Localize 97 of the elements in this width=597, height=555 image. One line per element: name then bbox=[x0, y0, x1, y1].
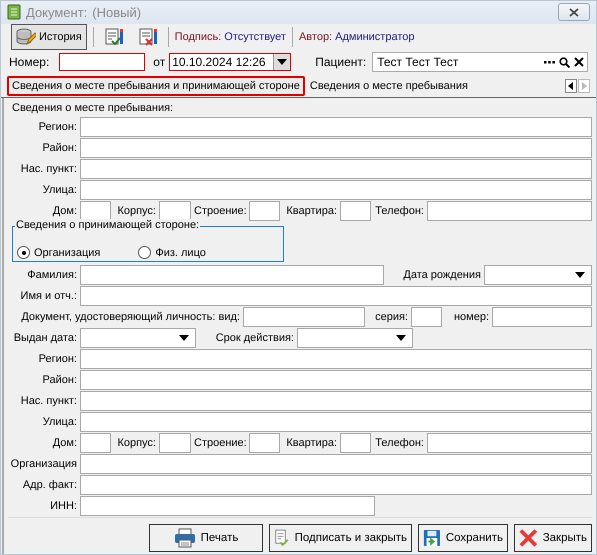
text-field[interactable] bbox=[159, 433, 191, 454]
field-label: Регион: bbox=[38, 353, 77, 366]
dropdown-arrow-icon[interactable] bbox=[396, 335, 406, 342]
field-label: Район: bbox=[42, 142, 77, 154]
field-label: Фамилия: bbox=[26, 269, 77, 282]
text-field[interactable] bbox=[80, 454, 592, 474]
patient-label: Пациент: bbox=[315, 55, 366, 70]
history-button[interactable]: История bbox=[11, 24, 87, 50]
date-from-label: от bbox=[153, 55, 166, 70]
field-label: Район: bbox=[42, 374, 77, 386]
field-label: Нас. пункт: bbox=[20, 395, 77, 408]
text-field[interactable] bbox=[340, 433, 371, 454]
save-button[interactable]: Сохранить bbox=[418, 524, 508, 552]
field-label: Строение: bbox=[194, 205, 246, 218]
text-field[interactable] bbox=[80, 286, 592, 306]
text-field[interactable] bbox=[340, 201, 371, 222]
text-field[interactable] bbox=[80, 117, 592, 138]
radio-option[interactable]: Физ. лицо bbox=[138, 246, 206, 260]
close-button[interactable] bbox=[558, 3, 590, 22]
text-field[interactable] bbox=[159, 201, 191, 222]
field-label: Дата рождения bbox=[402, 269, 481, 282]
close-icon bbox=[569, 8, 579, 17]
printer-icon bbox=[174, 528, 196, 548]
text-field[interactable] bbox=[80, 265, 384, 286]
tab[interactable]: Сведения о месте пребывания bbox=[304, 76, 473, 96]
group-title: Сведения о принимающей стороне: bbox=[15, 219, 200, 232]
field-label: Регион: bbox=[38, 121, 77, 134]
field-label: Документ, удостоверяющий личность: вид: bbox=[20, 311, 240, 324]
close-button[interactable]: Закрыть bbox=[514, 524, 592, 552]
field-label: Адр. факт: bbox=[22, 479, 77, 492]
text-field[interactable] bbox=[80, 496, 375, 516]
text-field[interactable] bbox=[80, 391, 592, 412]
text-field[interactable] bbox=[492, 307, 592, 328]
text-field[interactable] bbox=[80, 201, 111, 222]
document-cross-icon[interactable] bbox=[138, 26, 158, 47]
date-picker[interactable]: 10.10.2024 12:26 bbox=[169, 53, 292, 72]
field-label: Имя и отч.: bbox=[20, 290, 77, 302]
text-field[interactable] bbox=[249, 201, 280, 222]
text-field[interactable] bbox=[80, 159, 592, 180]
field-label: Срок действия: bbox=[214, 332, 294, 344]
author-label: Автор: bbox=[298, 30, 332, 43]
field-label: Улица: bbox=[42, 416, 77, 428]
author-name: Администратор bbox=[335, 30, 414, 43]
field-label: Корпус: bbox=[116, 437, 156, 450]
section-title: Сведения о месте пребывания: bbox=[11, 102, 174, 116]
tab[interactable]: Сведения о месте пребывания и принимающей стороне bbox=[7, 76, 305, 96]
window-title: Документ: bbox=[26, 4, 88, 20]
field-label: Организация bbox=[10, 458, 77, 470]
number-label: Номер: bbox=[9, 55, 50, 70]
dropdown-arrow-icon[interactable] bbox=[575, 272, 585, 278]
field-label: ИНН: bbox=[49, 500, 77, 512]
text-field[interactable] bbox=[80, 475, 592, 496]
radio-button[interactable] bbox=[17, 246, 30, 260]
radio-option[interactable]: Организация bbox=[17, 246, 100, 260]
dropdown-arrow-icon[interactable] bbox=[179, 335, 189, 342]
text-field[interactable] bbox=[80, 433, 111, 454]
text-field[interactable] bbox=[243, 307, 365, 328]
database-pencil-icon bbox=[16, 28, 36, 46]
field-label: Дом: bbox=[52, 437, 77, 450]
field-label: Дом: bbox=[52, 205, 77, 218]
field-label: серия: bbox=[374, 311, 408, 324]
dropdown-arrow-icon[interactable] bbox=[277, 59, 288, 66]
text-field[interactable] bbox=[411, 307, 442, 328]
text-field[interactable] bbox=[249, 433, 280, 454]
field-label: Строение: bbox=[194, 437, 246, 450]
text-field[interactable] bbox=[80, 412, 592, 432]
text-field[interactable] bbox=[80, 180, 592, 200]
text-field[interactable] bbox=[80, 370, 592, 390]
field-label: Квартира: bbox=[285, 437, 337, 450]
field-label: Улица: bbox=[42, 184, 77, 196]
field-label: Выдан дата: bbox=[12, 332, 77, 344]
field-label: Квартира: bbox=[285, 205, 337, 218]
field-label: номер: bbox=[452, 311, 489, 324]
window-subtitle: (Новый) bbox=[92, 4, 142, 20]
text-field[interactable] bbox=[427, 201, 592, 222]
text-field[interactable] bbox=[427, 433, 592, 454]
radio-button[interactable] bbox=[138, 246, 152, 260]
more-icon[interactable] bbox=[544, 60, 555, 64]
patient-field[interactable]: Тест Тест Тест bbox=[372, 52, 588, 72]
search-icon[interactable] bbox=[559, 56, 570, 68]
clear-icon[interactable] bbox=[574, 57, 584, 68]
document-icon bbox=[7, 4, 21, 20]
text-field[interactable] bbox=[80, 138, 592, 158]
field-label: Телефон: bbox=[374, 205, 424, 218]
document-check-icon[interactable] bbox=[104, 26, 124, 47]
print-button[interactable]: Печать bbox=[149, 524, 263, 552]
scroll-left-icon[interactable] bbox=[565, 78, 577, 93]
field-label: Телефон: bbox=[374, 437, 424, 450]
text-field[interactable] bbox=[80, 349, 592, 370]
sign-button[interactable]: Подписать и закрыть bbox=[269, 524, 412, 552]
close-icon bbox=[519, 528, 538, 548]
signature-label: Подпись: bbox=[174, 30, 222, 43]
field-label: Корпус: bbox=[116, 205, 156, 218]
signature-status: Отсутствует bbox=[224, 30, 286, 43]
document-check-icon bbox=[274, 528, 290, 548]
field-label: Нас. пункт: bbox=[20, 163, 77, 176]
number-field[interactable] bbox=[59, 53, 146, 72]
